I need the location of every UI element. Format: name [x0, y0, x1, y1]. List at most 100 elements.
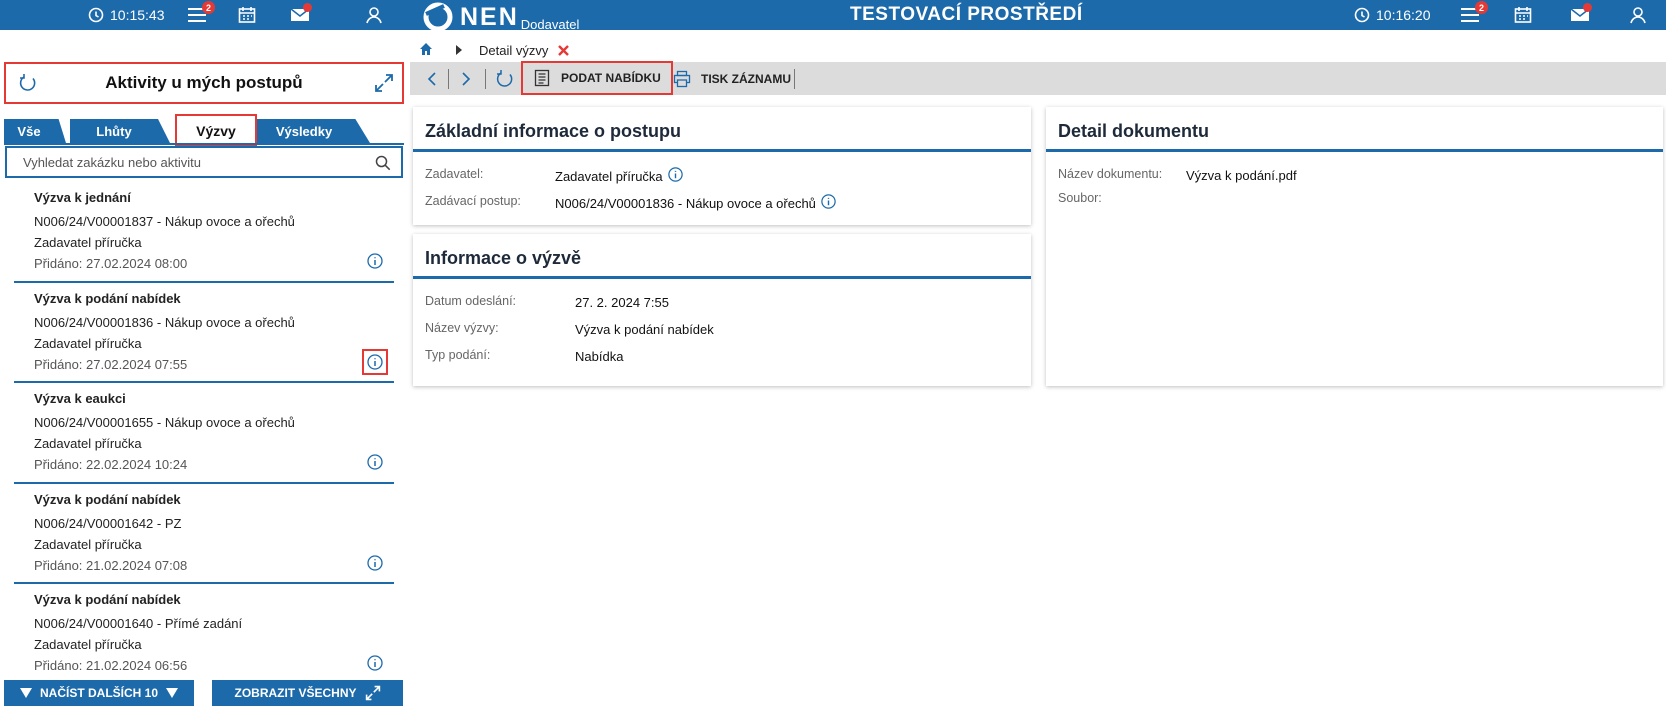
unread-dot	[1583, 3, 1592, 12]
submit-offer-label: PODAT NABÍDKU	[561, 71, 661, 85]
unread-dot	[303, 3, 312, 12]
menu-button-left[interactable]: 2	[185, 0, 215, 30]
card-title-underline	[1046, 149, 1663, 152]
close-icon[interactable]	[558, 44, 570, 56]
menu-button-right[interactable]: 2	[1458, 0, 1488, 30]
user-icon	[1630, 7, 1646, 24]
activity-added: Přidáno: 22.02.2024 10:24	[34, 457, 188, 472]
activity-authority: Zadavatel příručka	[34, 637, 142, 652]
field-label: Datum odeslání:	[425, 294, 517, 308]
field-label: Zadávací postup:	[425, 194, 521, 208]
activity-title: Výzva k podání nabídek	[34, 290, 181, 306]
search-input[interactable]	[23, 154, 363, 170]
field-value: Nabídka	[575, 349, 624, 364]
calendar-icon	[238, 7, 256, 23]
tab-deadlines[interactable]: Lhůty	[70, 119, 170, 143]
print-record-button[interactable]: TISK ZÁZNAMU	[663, 62, 801, 95]
activity-procedure: N006/24/V00001655 - Nákup ovoce a ořechů	[34, 415, 295, 430]
clock-left: 10:15:43	[88, 0, 165, 30]
activity-authority: Zadavatel příručka	[34, 335, 142, 351]
logo-subtitle: Dodavatel	[520, 17, 580, 32]
refresh-icon	[496, 69, 513, 87]
environment-title: TESTOVACÍ PROSTŘEDÍ	[850, 4, 1083, 25]
tab-results[interactable]: Výsledky	[248, 119, 370, 143]
list-item[interactable]: Výzva k eaukci N006/24/V00001655 - Nákup…	[14, 383, 394, 484]
field-value: Zadavatel příručka	[555, 168, 663, 184]
clock-icon	[1354, 7, 1370, 23]
info-icon[interactable]	[366, 654, 384, 672]
info-icon[interactable]	[366, 554, 384, 572]
triangle-down-icon	[166, 688, 178, 698]
activity-procedure: N006/24/V00001837 - Nákup ovoce a ořechů	[34, 214, 295, 229]
info-icon[interactable]	[366, 453, 384, 471]
activity-procedure: N006/24/V00001836 - Nákup ovoce a ořechů	[34, 314, 295, 330]
notification-badge: 2	[202, 1, 215, 14]
card-title: Informace o výzvě	[425, 248, 582, 268]
clock-icon	[88, 7, 104, 23]
mail-button-right[interactable]	[1568, 0, 1592, 30]
load-more-button[interactable]: NAČÍST DALŠÍCH 10	[4, 680, 194, 706]
show-all-button[interactable]: ZOBRAZIT VŠECHNY	[212, 680, 403, 706]
activity-title: Výzva k podání nabídek	[34, 491, 181, 507]
clock-right: 10:16:20	[1354, 0, 1431, 30]
refresh-button[interactable]	[495, 62, 515, 95]
expand-icon	[365, 685, 380, 701]
mail-button-left[interactable]	[288, 0, 312, 30]
info-icon[interactable]	[667, 166, 684, 186]
logo-text: NEN	[460, 3, 519, 31]
activity-title: Výzva k jednání	[34, 190, 131, 205]
activity-added: Přidáno: 27.02.2024 07:55	[34, 356, 188, 372]
list-item[interactable]: Výzva k podání nabídek N006/24/V00001642…	[14, 484, 394, 584]
activity-added: Přidáno: 27.02.2024 08:00	[34, 256, 188, 271]
chevron-right-icon	[462, 71, 471, 86]
activities-panel-header: Aktivity u mých postupů	[4, 62, 404, 104]
document-detail-card: Detail dokumentu Název dokumentu: Výzva …	[1046, 107, 1663, 386]
activity-procedure: N006/24/V00001642 - PZ	[34, 515, 182, 531]
info-icon[interactable]	[362, 348, 388, 375]
calendar-button-right[interactable]	[1511, 0, 1535, 30]
card-title-underline	[413, 276, 1031, 279]
chevron-right-icon	[455, 43, 463, 58]
list-item[interactable]: Výzva k podání nabídek N006/24/V00001836…	[14, 283, 394, 383]
notification-badge: 2	[1475, 1, 1488, 14]
user-button-right[interactable]	[1626, 0, 1650, 30]
show-all-label: ZOBRAZIT VŠECHNY	[234, 686, 357, 700]
list-item[interactable]: Výzva k jednání N006/24/V00001837 - Náku…	[14, 182, 394, 283]
field-value: Výzva k podání nabídek	[575, 322, 714, 337]
info-icon[interactable]	[366, 252, 384, 270]
expand-icon[interactable]	[374, 73, 394, 98]
triangle-down-icon	[19, 688, 32, 698]
user-button-left[interactable]	[362, 0, 386, 30]
load-more-label: NAČÍST DALŠÍCH 10	[39, 686, 158, 700]
forward-button[interactable]	[460, 62, 472, 95]
home-icon[interactable]	[419, 42, 433, 59]
panel-title: Aktivity u mých postupů	[105, 73, 303, 92]
field-label: Zadavatel:	[425, 167, 484, 181]
tab-label: Lhůty	[96, 123, 132, 139]
document-name-value[interactable]: Výzva k podání.pdf	[1186, 168, 1297, 183]
toolbar-separator	[485, 69, 486, 89]
activity-authority: Zadavatel příručka	[34, 536, 142, 552]
refresh-icon[interactable]	[18, 73, 38, 98]
info-icon[interactable]	[820, 193, 837, 213]
procedure-value: N006/24/V00001836 - Nákup ovoce a ořechů	[555, 193, 837, 213]
nen-logo: NEN Dodavatel	[422, 0, 579, 32]
clock-time-left: 10:15:43	[110, 7, 165, 23]
activity-search	[5, 146, 403, 178]
printer-icon	[673, 70, 691, 87]
print-record-label: TISK ZÁZNAMU	[701, 71, 791, 86]
list-item[interactable]: Výzva k podání nabídek N006/24/V00001640…	[14, 584, 394, 685]
calendar-icon	[1514, 7, 1532, 23]
calendar-button-left[interactable]	[235, 0, 259, 30]
document-icon	[534, 69, 550, 87]
search-icon[interactable]	[375, 155, 391, 176]
field-label: Typ podání:	[425, 348, 491, 362]
back-button[interactable]	[426, 62, 438, 95]
toolbar-separator	[794, 69, 795, 89]
tab-all[interactable]: Vše	[4, 119, 66, 143]
submit-offer-button[interactable]: PODAT NABÍDKU	[521, 61, 673, 95]
card-title: Základní informace o postupu	[425, 121, 682, 141]
field-label: Název dokumentu:	[1058, 167, 1163, 181]
field-value: N006/24/V00001836 - Nákup ovoce a ořechů	[555, 195, 816, 211]
breadcrumb-current: Detail výzvy	[479, 42, 549, 58]
